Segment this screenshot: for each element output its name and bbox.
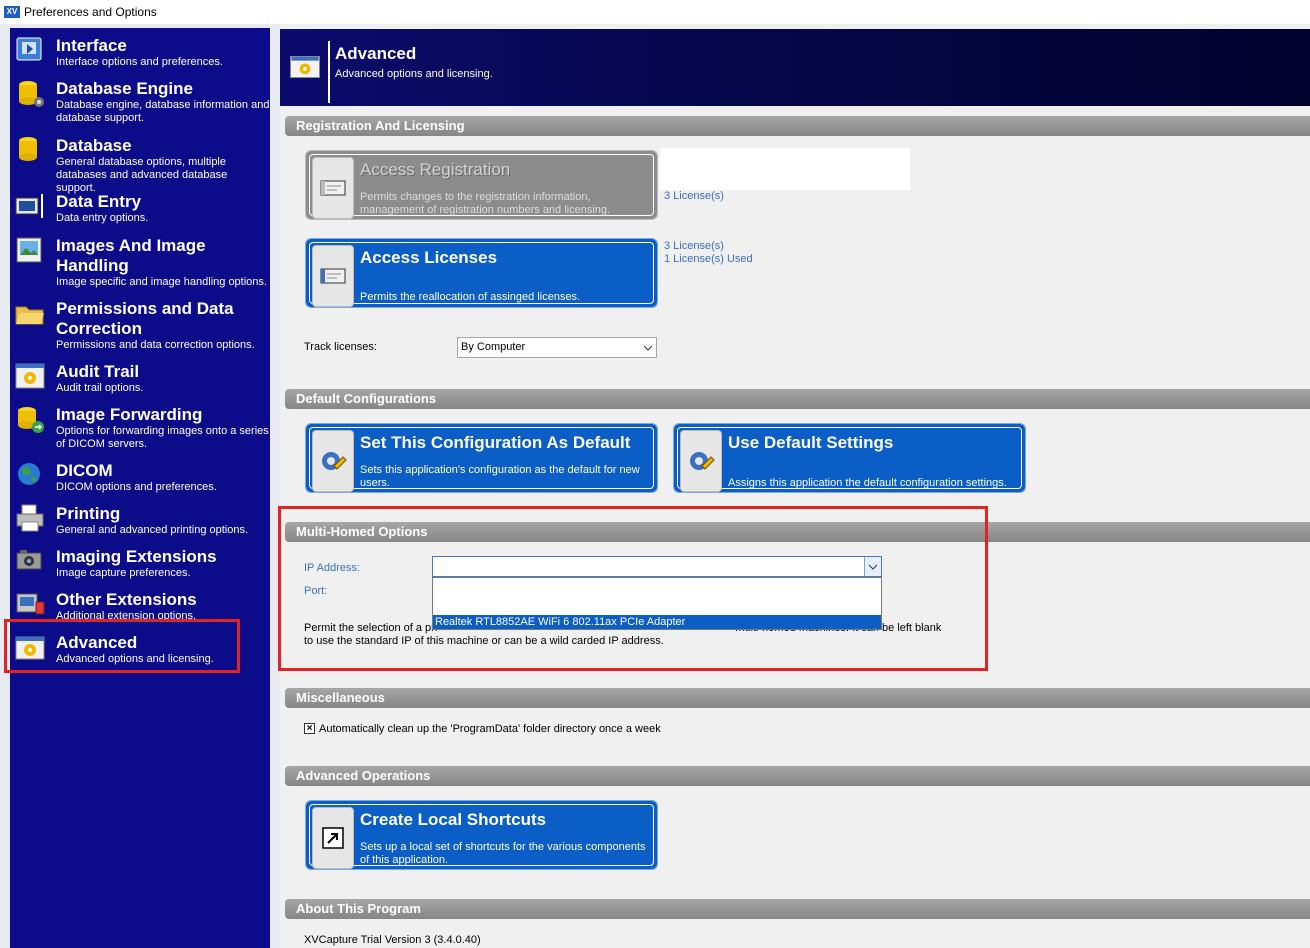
sidebar-item-desc: DICOM options and preferences. (56, 481, 217, 493)
extensions-icon (16, 593, 45, 615)
registration-license-count: 3 License(s) (664, 190, 724, 202)
section-registration: Registration And Licensing (285, 116, 1310, 136)
page-subtitle: Advanced options and licensing. (335, 68, 493, 80)
track-licenses-value: By Computer (461, 341, 526, 353)
access-licenses-desc: Permits the reallocation of assinged lic… (360, 291, 581, 303)
sidebar-item-dicom[interactable]: DICOM DICOM options and preferences. (10, 455, 270, 495)
create-shortcuts-desc: Sets up a local set of shortcuts for the… (360, 841, 646, 866)
selection-highlight (4, 619, 240, 673)
licenses-count: 3 License(s) (664, 240, 724, 252)
header-separator (328, 41, 330, 103)
printer-icon (16, 504, 44, 532)
set-default-configuration-button[interactable]: Set This Configuration As Default Sets t… (305, 423, 658, 493)
create-local-shortcuts-button[interactable]: Create Local Shortcuts Sets up a local s… (305, 800, 658, 870)
audit-trail-icon (15, 363, 45, 389)
sidebar-item-title: Other Extensions (56, 590, 197, 609)
gear-wrench-icon (312, 430, 354, 492)
use-default-settings-button[interactable]: Use Default Settings Assigns this applic… (673, 423, 1026, 493)
sidebar-item-desc: Options for forwarding images onto a ser… (56, 425, 269, 450)
chevron-down-icon (643, 345, 653, 351)
sidebar-item-permissions[interactable]: Permissions and Data Correction Permissi… (10, 293, 270, 353)
sidebar-item-title: Interface (56, 36, 127, 55)
use-default-desc: Assigns this application the default con… (728, 477, 1007, 489)
data-entry-icon (15, 194, 43, 218)
sidebar-item-title: Image Forwarding (56, 405, 203, 424)
access-registration-desc: Permits changes to the registration info… (360, 191, 611, 216)
advanced-header-icon (290, 56, 320, 78)
track-licenses-select[interactable]: By Computer (457, 337, 657, 358)
set-default-title: Set This Configuration As Default (360, 433, 631, 452)
page-header: Advanced Advanced options and licensing. (280, 29, 1310, 106)
gear-wrench-icon (680, 430, 722, 492)
sidebar-item-title: Permissions and Data Correction (56, 299, 234, 338)
content-panel: Advanced Advanced options and licensing.… (278, 24, 1310, 948)
access-licenses-button[interactable]: Access Licenses Permits the reallocation… (305, 238, 658, 308)
section-about: About This Program (285, 899, 1310, 919)
registration-icon (312, 157, 354, 219)
cleanup-label: Automatically clean up the 'ProgramData'… (319, 723, 661, 735)
registration-info-box (660, 148, 910, 190)
sidebar-item-title: DICOM (56, 461, 113, 480)
access-registration-title: Access Registration (360, 160, 511, 179)
multi-homed-highlight (278, 506, 988, 671)
sidebar-item-desc: Image capture preferences. (56, 567, 191, 579)
section-default-configurations: Default Configurations (285, 389, 1310, 409)
database-icon (19, 137, 37, 161)
sidebar-item-desc: Data entry options. (56, 212, 149, 224)
set-default-desc: Sets this application's configuration as… (360, 464, 640, 489)
image-icon (16, 237, 42, 263)
create-shortcuts-title: Create Local Shortcuts (360, 810, 547, 829)
sidebar-item-desc: Database engine, database information an… (56, 99, 270, 124)
sidebar-item-other-extensions[interactable]: Other Extensions Additional extension op… (10, 584, 270, 624)
sidebar-item-desc: General and advanced printing options. (56, 524, 249, 536)
sidebar-item-desc: Audit trail options. (56, 382, 144, 394)
track-licenses-label: Track licenses: (304, 341, 377, 353)
camera-icon (16, 550, 42, 570)
app-icon: XV (4, 6, 20, 18)
database-engine-icon (19, 81, 44, 107)
section-advanced-operations: Advanced Operations (285, 766, 1310, 786)
sidebar-item-data-entry[interactable]: Data Entry Data entry options. (10, 186, 270, 226)
cleanup-checkbox[interactable]: × (304, 723, 315, 734)
sidebar-item-title: Audit Trail (56, 362, 140, 381)
sidebar-item-printing[interactable]: Printing General and advanced printing o… (10, 498, 270, 538)
globe-icon (18, 463, 40, 485)
sidebar-item-title: Database (56, 136, 132, 155)
image-forwarding-icon (18, 407, 44, 433)
sidebar-item-image-forwarding[interactable]: Image Forwarding Options for forwarding … (10, 399, 270, 453)
section-miscellaneous: Miscellaneous (285, 688, 1310, 708)
sidebar-item-database-engine[interactable]: Database Engine Database engine, databas… (10, 73, 270, 127)
use-default-title: Use Default Settings (728, 433, 894, 452)
sidebar-item-audit-trail[interactable]: Audit Trail Audit trail options. (10, 356, 270, 396)
sidebar-item-title: Printing (56, 504, 121, 523)
sidebar-item-desc: Permissions and data correction options. (56, 339, 255, 351)
version-text: XVCapture Trial Version 3 (3.4.0.40) (304, 934, 481, 946)
window-title: Preferences and Options (24, 5, 157, 19)
sidebar-item-title: Database Engine (56, 79, 193, 98)
access-licenses-title: Access Licenses (360, 248, 498, 267)
shortcut-icon (312, 807, 354, 869)
sidebar-item-imaging-extensions[interactable]: Imaging Extensions Image capture prefere… (10, 541, 270, 581)
licenses-used: 1 License(s) Used (664, 253, 753, 265)
sidebar-item-interface[interactable]: Interface Interface options and preferen… (10, 30, 270, 70)
page-title: Advanced (335, 44, 417, 63)
sidebar-item-desc: Interface options and preferences. (56, 56, 223, 68)
title-bar: XV Preferences and Options (0, 0, 1310, 24)
access-registration-button[interactable]: Access Registration Permits changes to t… (305, 150, 658, 220)
sidebar-item-database[interactable]: Database General database options, multi… (10, 130, 270, 194)
sidebar-item-title: Data Entry (56, 192, 142, 211)
sidebar-item-title: Images And Image Handling (56, 236, 206, 275)
sidebar: Interface Interface options and preferen… (10, 28, 270, 948)
sidebar-item-images[interactable]: Images And Image Handling Image specific… (10, 230, 270, 290)
folder-icon (15, 306, 44, 325)
interface-icon (16, 37, 42, 61)
licenses-icon (312, 245, 354, 307)
sidebar-item-desc: Image specific and image handling option… (56, 276, 267, 288)
sidebar-item-title: Imaging Extensions (56, 547, 217, 566)
